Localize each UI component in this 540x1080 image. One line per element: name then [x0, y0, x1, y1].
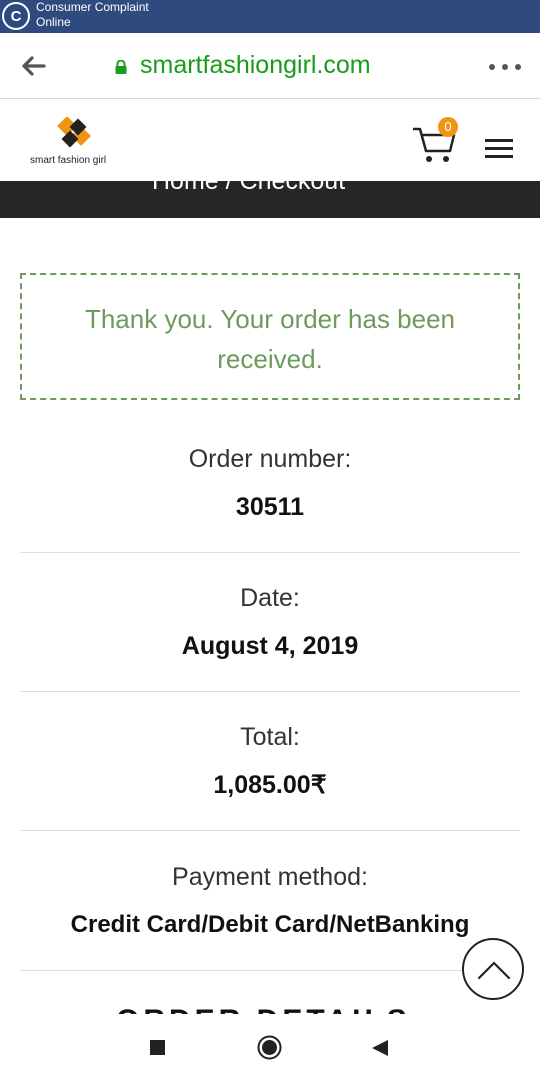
- breadcrumb-bar: Home / Checkout: [0, 181, 540, 218]
- payment-method-block: Payment method: Credit Card/Debit Card/N…: [20, 862, 520, 971]
- site-header: smart fashion girl 0: [0, 99, 540, 181]
- order-date-label: Date:: [240, 584, 300, 612]
- back-icon[interactable]: [370, 1038, 390, 1058]
- order-date-value: August 4, 2019: [181, 632, 359, 660]
- payment-method-value: Credit Card/Debit Card/NetBanking: [70, 911, 470, 938]
- site-logo[interactable]: smart fashion girl: [30, 113, 120, 169]
- scroll-to-top-button[interactable]: [462, 938, 524, 1000]
- status-bar: C Consumer Complaint Online: [0, 0, 540, 33]
- app-logo-icon: C: [2, 2, 30, 30]
- order-date-block: Date: August 4, 2019: [20, 583, 520, 692]
- order-total-block: Total: 1,085.00₹: [20, 722, 520, 831]
- cart-count-badge: 0: [438, 117, 458, 137]
- app-name-line2: Online: [36, 15, 71, 29]
- chevron-up-icon: [477, 961, 511, 980]
- order-total-label: Total:: [240, 723, 300, 751]
- logo-text: smart fashion girl: [30, 155, 107, 166]
- order-received-notice: Thank you. Your order has been received.: [20, 273, 520, 400]
- recent-apps-icon[interactable]: [150, 1040, 165, 1055]
- hamburger-menu-icon[interactable]: [485, 139, 513, 159]
- app-name: Consumer Complaint Online: [36, 0, 149, 30]
- breadcrumb[interactable]: Home / Checkout: [152, 181, 345, 196]
- order-received-message: Thank you. Your order has been received.: [84, 304, 456, 374]
- order-number-value: 30511: [235, 493, 305, 521]
- order-total-value: 1,085.00₹: [213, 771, 327, 799]
- payment-method-label: Payment method:: [172, 863, 368, 891]
- home-icon[interactable]: [257, 1035, 282, 1060]
- url-text[interactable]: smartfashiongirl.com: [140, 51, 371, 80]
- system-nav-bar: [0, 1014, 540, 1080]
- order-number-label: Order number:: [188, 445, 352, 473]
- lock-icon: [115, 60, 127, 74]
- order-details-heading-text: ORDER DETAILS: [116, 1004, 411, 1014]
- more-options-icon[interactable]: [488, 63, 522, 71]
- order-number-block: Order number: 30511: [20, 444, 520, 553]
- order-details-heading: ORDER DETAILS: [0, 1000, 540, 1014]
- logo-mark-icon: [57, 117, 91, 148]
- app-name-line1: Consumer Complaint: [36, 0, 149, 14]
- browser-url-bar: smartfashiongirl.com: [0, 33, 540, 99]
- back-arrow-icon[interactable]: [18, 51, 48, 81]
